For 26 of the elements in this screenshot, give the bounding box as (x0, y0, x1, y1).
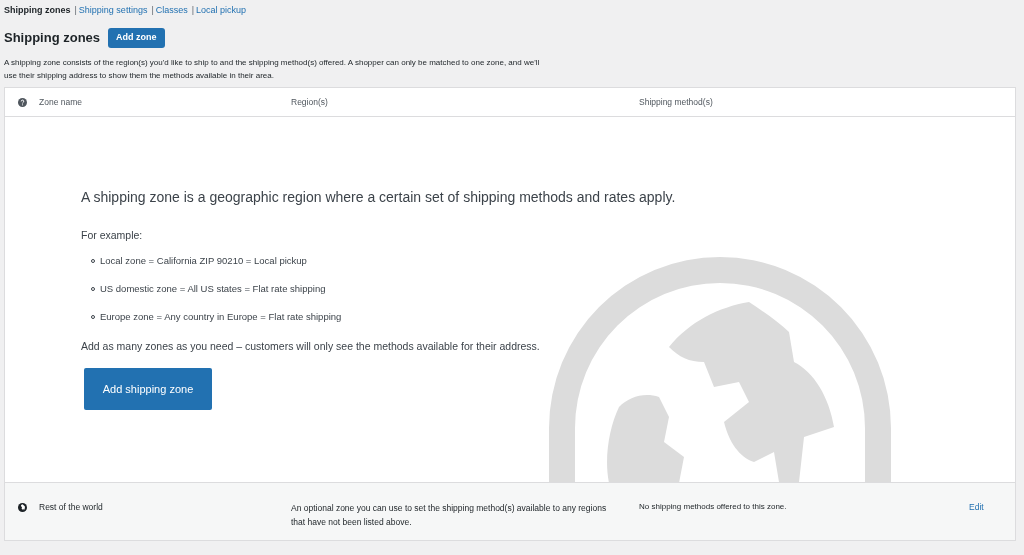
example-text: US domestic zone = All US states = Flat rate shipping (100, 282, 326, 296)
add-shipping-zone-button[interactable]: Add shipping zone (84, 368, 212, 411)
empty-state-title: A shipping zone is a geographic region where a certain set of shipping methods and rates apply. (81, 188, 677, 207)
edit-link[interactable]: Edit (969, 501, 984, 514)
tab-separator: | (151, 3, 154, 17)
zone-methods: No shipping methods offered to this zone. (639, 501, 788, 513)
example-intro: For example: (81, 228, 144, 243)
column-header: Zone name (39, 95, 83, 109)
tab-separator: | (191, 3, 195, 17)
subnav-link[interactable]: Shipping zones (4, 3, 71, 18)
example-text: Europe zone = Any country in Europe = Flat rate shipping (100, 310, 342, 325)
zone-name: Rest of the world (39, 501, 104, 514)
column-header: Shipping method(s) (639, 95, 713, 109)
example-text: Local zone = California ZIP 90210 = Local pickup (100, 253, 307, 268)
tab-separator: | (74, 3, 77, 17)
empty-state-note: Add as many zones as you need – customers will only see the methods available for their address. (81, 338, 541, 354)
subnav-link[interactable]: Shipping settings (78, 3, 148, 18)
add-zone-button[interactable]: Add zone (108, 28, 165, 48)
subnav-link[interactable]: Classes (155, 3, 188, 18)
column-header: Region(s) (291, 95, 329, 109)
help-icon[interactable] (17, 97, 27, 107)
subnav-link[interactable]: Local pickup (196, 3, 247, 18)
globe-icon (17, 503, 27, 512)
page-title: Shipping zones (4, 29, 101, 48)
zone-region: An optional zone you can use to set the shipping method(s) available to any regions that have not been listed above. (291, 502, 608, 529)
description-text: A shipping zone consists of the region(s) you'd like to ship to and the shipping method(s) offered. A shopper can only be matched to one zone, and we'll use their shipping address to show them the methods available in their area. (4, 57, 541, 82)
